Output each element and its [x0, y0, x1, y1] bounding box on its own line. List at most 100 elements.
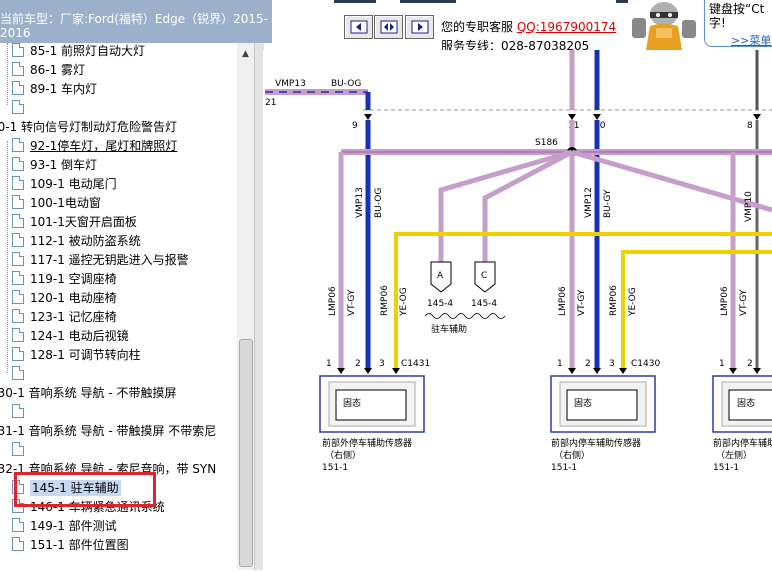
c1431-pin-3: 3 [379, 359, 385, 369]
document-icon [12, 157, 24, 171]
tree-item-label: 92-1停车灯，尾灯和牌照灯 [30, 139, 178, 153]
title-line-2: 2016 [0, 26, 31, 40]
tree-item[interactable]: 120-1 电动座椅 [12, 289, 117, 308]
tree-item[interactable]: 93-1 倒车灯 [12, 156, 97, 175]
tree-item[interactable]: 128-1 可调节转向柱 [12, 346, 141, 365]
tree-item-label: 109-1 电动尾门 [30, 177, 117, 191]
document-icon [12, 62, 24, 76]
wiring-diagram-svg: VMP13 BU-OG 21 9 11 10 8 S186 [265, 50, 772, 473]
branch-right [571, 149, 772, 213]
connector-c-ref: 145-4 [471, 299, 497, 309]
tree-item[interactable]: 151-1 部件位置图 [12, 536, 129, 555]
tree-item-label: 131-1 音响系统 导航 - 带触摸屏 不带索尼 [0, 424, 217, 438]
connector-a-ref: 145-4 [427, 299, 453, 309]
tree-item-label: 117-1 遥控无钥匙进入与报警 [30, 253, 189, 267]
tree-item[interactable] [12, 365, 30, 384]
connector-c-label: C [481, 271, 487, 281]
document-icon [12, 100, 24, 114]
sensor-captions: 前部外停车辅助传感器 （右侧） 151-1 前部内停车辅助传感器 （右侧） 15… [322, 437, 772, 473]
label-rmp06-a: RMP06 [380, 285, 390, 316]
tree-item-label: 149-1 部件测试 [30, 519, 117, 533]
c1430-pin-3: 3 [609, 359, 615, 369]
tree-item[interactable] [12, 403, 30, 422]
sensor-right-outer: 固态 [319, 375, 425, 433]
fit-page-button[interactable] [374, 15, 403, 39]
label-vt-gy-c: VT-GY [739, 289, 749, 316]
tree-item-label: 100-1电动窗 [30, 196, 101, 210]
wire-label-vmp13-top: VMP13 [275, 79, 306, 89]
tree-item[interactable]: 100-1电动窗 [12, 194, 101, 213]
label-rmp06-b: RMP06 [609, 285, 619, 316]
sensor-2-ref: 151-1 [551, 463, 577, 473]
tree-item[interactable]: 131-1 音响系统 导航 - 带触摸屏 不带索尼 [0, 422, 216, 441]
tree-item-label: 93-1 倒车灯 [30, 158, 98, 172]
tree-item[interactable]: 85-1 前照灯自动大灯 [12, 43, 145, 61]
tree-scrollbar[interactable]: ▲ [237, 43, 254, 570]
document-icon [12, 252, 24, 266]
tree-item-label: 151-1 部件位置图 [30, 538, 129, 552]
tree-item[interactable]: 89-1 车内灯 [12, 80, 97, 99]
qq-link[interactable]: QQ:1967900174 [517, 20, 616, 34]
previous-icon [350, 20, 367, 34]
scroll-thumb[interactable] [239, 339, 253, 567]
document-icon [12, 195, 24, 209]
label-ye-og-b: YE-OG [628, 287, 638, 317]
wiring-diagram: VMP13 BU-OG 21 9 11 10 8 S186 [263, 50, 772, 570]
c1430-label: C1430 [631, 359, 660, 369]
document-icon [12, 214, 24, 228]
label-vmp12: VMP12 [584, 187, 594, 218]
menu-link[interactable]: >>菜单 [731, 32, 771, 48]
tree-item[interactable]: 112-1 被动防盗系统 [12, 232, 141, 251]
document-icon [12, 347, 24, 361]
tree-item[interactable] [12, 441, 30, 460]
c1431-label: C1431 [401, 359, 430, 369]
sensor-3-ref: 151-1 [713, 463, 739, 473]
tree-item[interactable] [12, 99, 30, 118]
label-lmp06-b: LMP06 [558, 286, 568, 316]
document-icon [12, 233, 24, 247]
tree-item[interactable]: 149-1 部件测试 [12, 517, 117, 536]
document-icon [12, 537, 24, 551]
sensor-2-state: 固态 [574, 397, 592, 409]
c3-pin-1: 1 [719, 359, 725, 369]
document-icon [12, 176, 24, 190]
tree-item-label: 89-1 车内灯 [30, 82, 98, 96]
group-brace [424, 313, 506, 319]
title-bar: 当前车型：厂家:Ford(福特）Edge（锐界）2015- 2016 [0, 0, 272, 43]
next-page-button[interactable] [405, 15, 434, 39]
branch-to-a [438, 149, 573, 262]
document-icon [12, 271, 24, 285]
sensor-right-inner: 固态 [550, 375, 656, 433]
label-vmp10: VMP10 [744, 191, 754, 222]
document-icon [12, 442, 24, 456]
scroll-up-icon[interactable]: ▲ [237, 49, 254, 63]
tree-item-label: 128-1 可调节转向柱 [30, 348, 141, 362]
sensor-1-name: 前部外停车辅助传感器 [322, 437, 412, 449]
tree-item[interactable]: 101-1天窗开启面板 [12, 213, 137, 232]
sensor-2-name: 前部内停车辅助传感器 [551, 437, 641, 449]
branch-to-c [482, 149, 574, 262]
document-icon [12, 81, 24, 95]
tree-item[interactable]: 123-1 记忆座椅 [12, 308, 117, 327]
previous-page-button[interactable] [344, 15, 373, 39]
tip-text-2: 字! [709, 16, 726, 30]
tree-item-label: 85-1 前照灯自动大灯 [30, 44, 146, 58]
tree-item[interactable]: 86-1 雾灯 [12, 61, 85, 80]
tree-item[interactable]: 119-1 空调座椅 [12, 270, 117, 289]
tree-item[interactable]: 90-1 转向信号灯制动灯危险警告灯 [0, 118, 177, 137]
document-icon [12, 328, 24, 342]
tree-item[interactable]: 124-1 电动后视镜 [12, 327, 129, 346]
tree-item[interactable]: 109-1 电动尾门 [12, 175, 117, 194]
tree-item-label: 123-1 记忆座椅 [30, 310, 117, 324]
tree-item[interactable]: 92-1停车灯，尾灯和牌照灯 [12, 137, 177, 156]
wire-rmp06-right-inner [621, 250, 772, 368]
sensor-left-inner: 固态 [712, 375, 772, 433]
wire-color-bu-og-top: BU-OG [331, 79, 361, 89]
document-icon [12, 290, 24, 304]
tree-item[interactable]: 130-1 音响系统 导航 - 不带触摸屏 [0, 384, 176, 403]
title-line-1: 当前车型：厂家:Ford(福特）Edge（锐界）2015- [0, 12, 268, 26]
tree-item[interactable]: 117-1 遥控无钥匙进入与报警 [12, 251, 189, 270]
document-icon [12, 43, 24, 57]
tree-item-label: 124-1 电动后视镜 [30, 329, 129, 343]
c1430-pin-2: 2 [585, 359, 591, 369]
